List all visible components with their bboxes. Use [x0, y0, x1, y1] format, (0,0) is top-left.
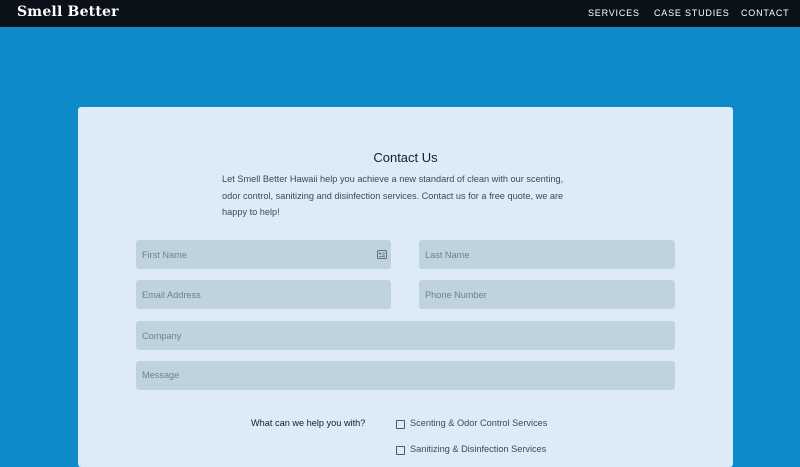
last-name-input[interactable]	[419, 240, 675, 269]
nav-services[interactable]: SERVICES	[588, 8, 640, 18]
option-label: Scenting & Odor Control Services	[410, 418, 548, 428]
site-logo[interactable]: Smell Better	[17, 4, 119, 20]
nav-case-studies[interactable]: CASE STUDIES	[654, 8, 730, 18]
contact-form-card: Contact Us Let Smell Better Hawaii help …	[78, 107, 733, 467]
contact-card-icon[interactable]	[377, 250, 387, 259]
email-input[interactable]	[136, 280, 391, 309]
message-input[interactable]	[136, 361, 675, 390]
company-input[interactable]	[136, 321, 675, 350]
page-title: Contact Us	[373, 150, 438, 165]
checkbox-scenting[interactable]	[396, 420, 405, 429]
first-name-input[interactable]	[136, 240, 391, 269]
help-question-label: What can we help you with?	[251, 418, 366, 428]
site-header: Smell Better SERVICES CASE STUDIES CONTA…	[0, 0, 800, 27]
nav-contact[interactable]: CONTACT	[741, 8, 789, 18]
phone-input[interactable]	[419, 280, 675, 309]
option-label: Sanitizing & Disinfection Services	[410, 444, 547, 454]
intro-text: Let Smell Better Hawaii help you achieve…	[222, 174, 564, 217]
checkbox-sanitizing[interactable]	[396, 446, 405, 455]
